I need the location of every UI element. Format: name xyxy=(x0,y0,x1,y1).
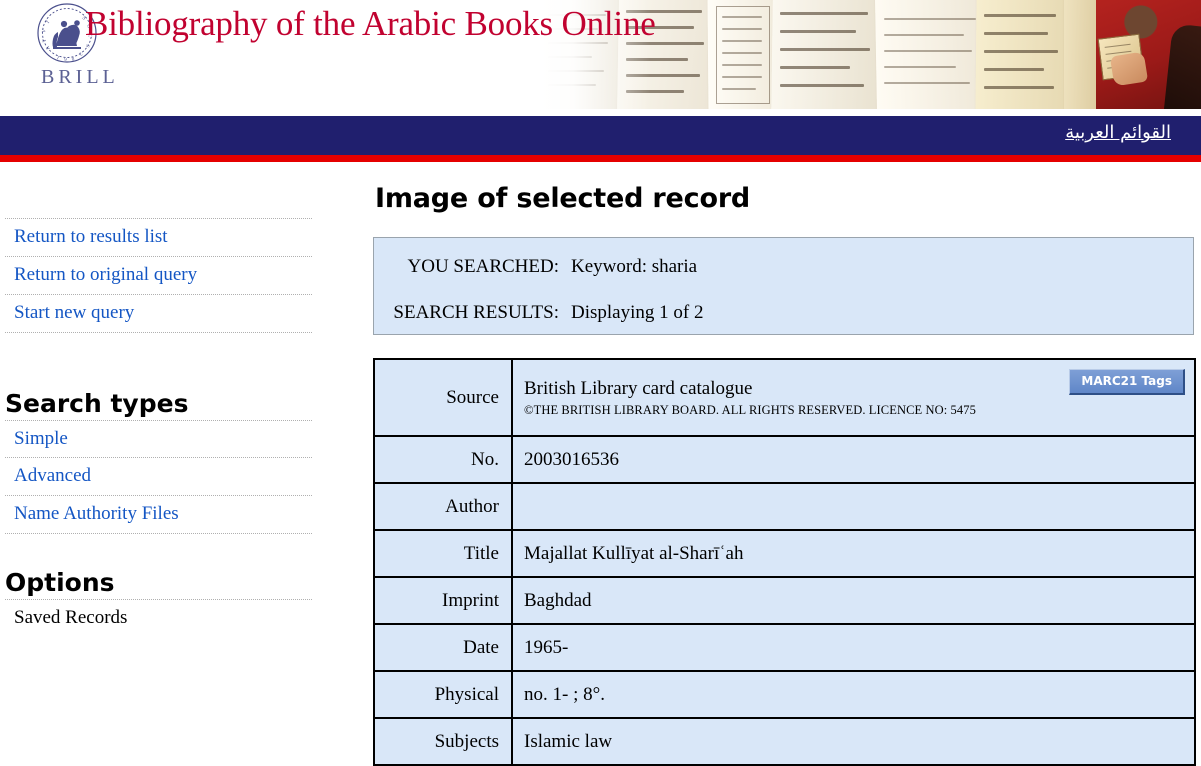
record-source-copyright: ©THE BRITISH LIBRARY BOARD. ALL RIGHTS R… xyxy=(524,402,976,417)
record-label-author: Author xyxy=(373,482,513,531)
record-label-source: Source xyxy=(373,358,513,437)
main-navigation-bar: القوائم العربية xyxy=(0,116,1201,155)
brill-wordmark: BRILL xyxy=(41,66,119,88)
svg-text:3: 3 xyxy=(77,50,82,56)
record-value-physical: no. 1- ; 8°. xyxy=(511,670,1196,719)
sidebar-search-types-group: Search types Simple Advanced Name Author… xyxy=(0,389,340,535)
table-row: Subjects Islamic law xyxy=(373,717,1196,766)
record-label-physical: Physical xyxy=(373,670,513,719)
sidebar-item-advanced[interactable]: Advanced xyxy=(5,457,312,495)
table-row: Title Majallat Kullīyat al-Sharīʿah xyxy=(373,529,1196,578)
record-value-date: 1965- xyxy=(511,623,1196,672)
site-header: T V T A 1 6 8 3 S C O S Bibliography of … xyxy=(0,0,1201,116)
search-summary-row-query: YOU SEARCHED: Keyword: sharia xyxy=(374,238,1193,278)
record-value-imprint: Baghdad xyxy=(511,576,1196,625)
sidebar-item-return-to-original-query[interactable]: Return to original query xyxy=(5,255,312,294)
record-label-title: Title xyxy=(373,529,513,578)
record-detail-table: Source British Library card catalogue ©T… xyxy=(373,358,1196,766)
table-row: Physical no. 1- ; 8°. xyxy=(373,670,1196,719)
left-sidebar: Return to results list Return to origina… xyxy=(0,162,340,755)
page-body: Return to results list Return to origina… xyxy=(0,162,1201,766)
svg-text:8: 8 xyxy=(71,55,75,60)
main-content: Image of selected record YOU SEARCHED: K… xyxy=(373,162,1196,766)
sidebar-nav-group: Return to results list Return to origina… xyxy=(0,218,340,333)
svg-text:T: T xyxy=(45,20,51,25)
record-label-date: Date xyxy=(373,623,513,672)
record-value-source: British Library card catalogue ©THE BRIT… xyxy=(511,358,1196,437)
search-summary-box: YOU SEARCHED: Keyword: sharia SEARCH RES… xyxy=(373,237,1194,335)
scholar-with-book-illustration xyxy=(1096,0,1201,109)
page-site-title: Bibliography of the Arabic Books Online xyxy=(85,4,656,43)
sidebar-options-group: Options Saved Records xyxy=(0,568,340,637)
marc21-tags-button[interactable]: MARC21 Tags xyxy=(1069,369,1185,395)
record-value-author xyxy=(511,482,1196,531)
svg-text:1: 1 xyxy=(56,54,61,60)
record-value-no: 2003016536 xyxy=(511,435,1196,484)
table-row: No. 2003016536 xyxy=(373,435,1196,484)
sidebar-item-return-to-results-list[interactable]: Return to results list xyxy=(5,218,312,256)
sidebar-item-saved-records[interactable]: Saved Records xyxy=(5,599,312,637)
sidebar-item-name-authority-files[interactable]: Name Authority Files xyxy=(5,495,312,535)
svg-text:T: T xyxy=(43,39,48,43)
search-results-label: SEARCH RESULTS: xyxy=(393,302,559,323)
sidebar-heading-options: Options xyxy=(5,568,115,598)
you-searched-value: Keyword: sharia xyxy=(571,256,698,277)
record-label-no: No. xyxy=(373,435,513,484)
sidebar-heading-search-types: Search types xyxy=(5,388,189,418)
table-row: Author xyxy=(373,482,1196,531)
you-searched-label: YOU SEARCHED: xyxy=(407,256,559,277)
search-summary-row-results: SEARCH RESULTS: Displaying 1 of 2 xyxy=(374,278,1193,324)
table-row: Date 1965- xyxy=(373,623,1196,672)
record-label-subjects: Subjects xyxy=(373,717,513,766)
svg-text:V: V xyxy=(42,28,48,33)
table-row: Imprint Baghdad xyxy=(373,576,1196,625)
search-results-value: Displaying 1 of 2 xyxy=(571,302,704,323)
record-value-title: Majallat Kullīyat al-Sharīʿah xyxy=(511,529,1196,578)
record-value-subjects: Islamic law xyxy=(511,717,1196,766)
sidebar-item-simple[interactable]: Simple xyxy=(5,419,312,458)
table-row-source: Source British Library card catalogue ©T… xyxy=(373,358,1196,437)
sidebar-item-start-new-query[interactable]: Start new query xyxy=(5,293,312,333)
svg-text:6: 6 xyxy=(64,56,68,61)
page-title: Image of selected record xyxy=(375,183,751,214)
record-label-imprint: Imprint xyxy=(373,576,513,625)
arabic-menus-link[interactable]: القوائم العربية xyxy=(1065,122,1171,143)
red-accent-divider xyxy=(0,155,1201,162)
svg-text:A: A xyxy=(45,45,51,51)
